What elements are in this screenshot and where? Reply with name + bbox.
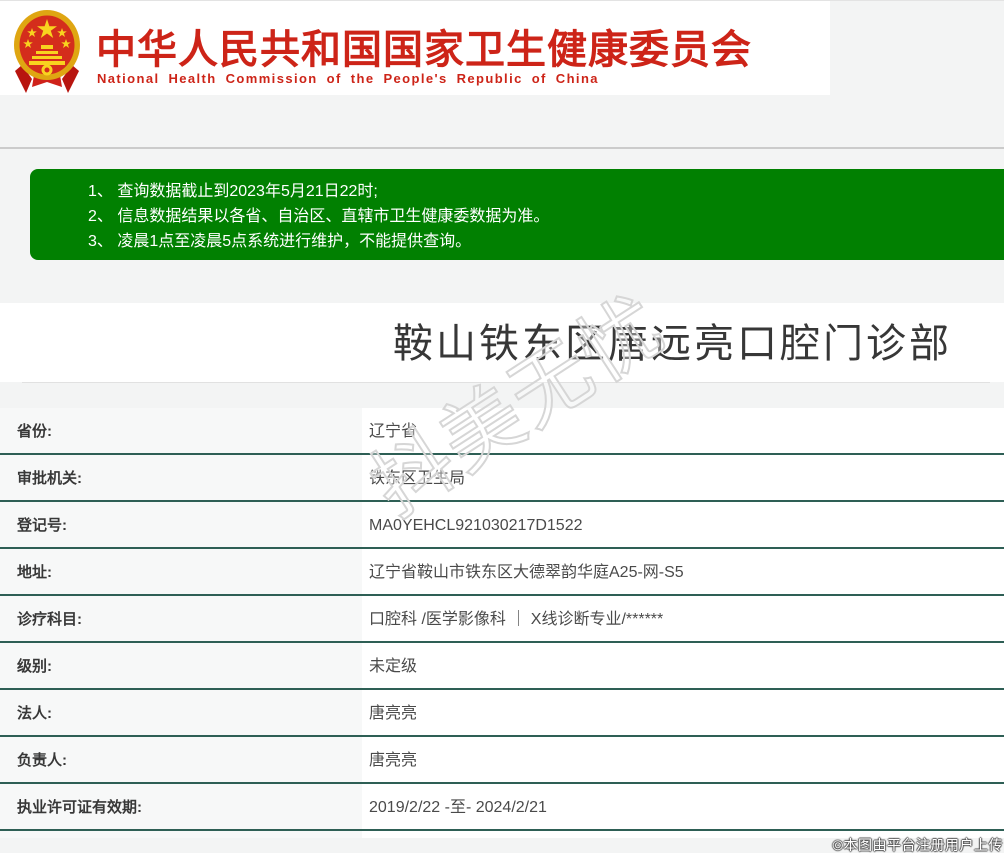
row-label: 负责人: bbox=[0, 737, 362, 782]
site-title-english: National Health Commission of the People… bbox=[97, 71, 599, 86]
table-row-partial bbox=[0, 831, 1004, 838]
row-value: 铁东区卫生局 bbox=[362, 455, 1004, 500]
row-label: 诊疗科目: bbox=[0, 596, 362, 641]
site-header: 中华人民共和国国家卫生健康委员会 National Health Commiss… bbox=[0, 1, 830, 95]
notice-line: 2、 信息数据结果以各省、自治区、直辖市卫生健康委数据为准。 bbox=[88, 208, 550, 225]
row-value: 唐亮亮 bbox=[362, 690, 1004, 735]
table-row: 登记号: MA0YEHCL921030217D1522 bbox=[0, 502, 1004, 549]
institution-name-title: 鞍山铁东区唐远亮口腔门诊部 bbox=[393, 322, 952, 366]
row-label: 执业许可证有效期: bbox=[0, 784, 362, 829]
table-row: 级别: 未定级 bbox=[0, 643, 1004, 690]
title-underline bbox=[22, 382, 990, 383]
table-row: 省份: 辽宁省 bbox=[0, 408, 1004, 455]
prc-national-emblem-icon bbox=[14, 10, 80, 93]
site-title-chinese: 中华人民共和国国家卫生健康委员会 bbox=[96, 28, 752, 72]
row-value-stub bbox=[362, 831, 1004, 838]
table-row: 法人: 唐亮亮 bbox=[0, 690, 1004, 737]
notice-line: 3、 凌晨1点至凌晨5点系统进行维护，不能提供查询。 bbox=[88, 233, 472, 250]
result-title-band: 鞍山铁东区唐远亮口腔门诊部 bbox=[0, 303, 1004, 382]
row-value: MA0YEHCL921030217D1522 bbox=[362, 502, 1004, 547]
row-label: 地址: bbox=[0, 549, 362, 594]
header-divider-line bbox=[0, 147, 1004, 149]
row-value: 2019/2/22 -至- 2024/2/21 bbox=[362, 784, 1004, 829]
row-value: 口腔科 /医学影像科 ｜ X线诊断专业/****** bbox=[362, 596, 1004, 641]
table-row: 地址: 辽宁省鞍山市铁东区大德翠韵华庭A25-网-S5 bbox=[0, 549, 1004, 596]
row-label: 法人: bbox=[0, 690, 362, 735]
row-value: 辽宁省 bbox=[362, 408, 1004, 453]
table-row: 执业许可证有效期: 2019/2/22 -至- 2024/2/21 bbox=[0, 784, 1004, 831]
table-row: 负责人: 唐亮亮 bbox=[0, 737, 1004, 784]
notice-box: 1、 查询数据截止到2023年5月21日22时; 2、 信息数据结果以各省、自治区… bbox=[30, 169, 1004, 260]
row-label: 登记号: bbox=[0, 502, 362, 547]
table-row: 诊疗科目: 口腔科 /医学影像科 ｜ X线诊断专业/****** bbox=[0, 596, 1004, 643]
row-value: 辽宁省鞍山市铁东区大德翠韵华庭A25-网-S5 bbox=[362, 549, 1004, 594]
notice-line: 1、 查询数据截止到2023年5月21日22时; bbox=[88, 183, 378, 200]
row-label: 审批机关: bbox=[0, 455, 362, 500]
query-result-page: 中华人民共和国国家卫生健康委员会 National Health Commiss… bbox=[0, 0, 1004, 853]
row-value: 唐亮亮 bbox=[362, 737, 1004, 782]
info-table: 省份: 辽宁省 审批机关: 铁东区卫生局 登记号: MA0YEHCL921030217D1… bbox=[0, 408, 1004, 838]
row-label-stub bbox=[0, 831, 362, 838]
row-label: 省份: bbox=[0, 408, 362, 453]
row-label: 级别: bbox=[0, 643, 362, 688]
table-row: 审批机关: 铁东区卫生局 bbox=[0, 455, 1004, 502]
row-value: 未定级 bbox=[362, 643, 1004, 688]
